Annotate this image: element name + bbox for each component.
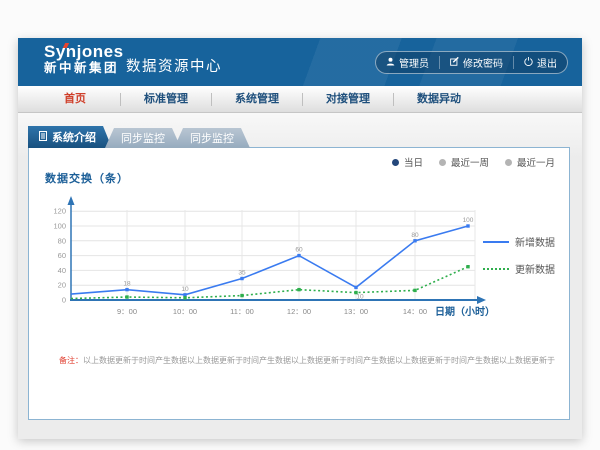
svg-text:60: 60 bbox=[58, 251, 66, 260]
filter-label: 当日 bbox=[404, 155, 423, 169]
app-window: Synjones 新中新集团 数据资源中心 管理员 修改密码 退出 首页 标准管… bbox=[18, 38, 582, 438]
tab-label: 同步监控 bbox=[190, 130, 234, 146]
document-icon bbox=[39, 131, 47, 144]
power-icon bbox=[524, 57, 533, 69]
filter-label: 最近一月 bbox=[517, 155, 555, 169]
svg-text:35: 35 bbox=[238, 270, 246, 277]
company-logo: Synjones 新中新集团 bbox=[44, 43, 124, 75]
app-header: Synjones 新中新集团 数据资源中心 管理员 修改密码 退出 bbox=[18, 38, 582, 86]
main-nav: 首页 标准管理 系统管理 对接管理 数据异动 bbox=[18, 86, 582, 113]
logout-button[interactable]: 退出 bbox=[514, 56, 567, 69]
svg-text:10: 10 bbox=[181, 286, 189, 293]
svg-text:10: 10 bbox=[356, 293, 364, 300]
tab-label: 同步监控 bbox=[121, 130, 165, 146]
logo-text-en: Synjones bbox=[44, 43, 124, 62]
svg-text:11：00: 11：00 bbox=[230, 307, 254, 316]
svg-text:100: 100 bbox=[463, 217, 474, 224]
user-name-label: 管理员 bbox=[399, 55, 429, 70]
filter-last-week[interactable]: 最近一周 bbox=[439, 155, 489, 169]
legend-label: 更新数据 bbox=[515, 261, 555, 276]
svg-text:18: 18 bbox=[123, 281, 131, 288]
radio-dot-icon bbox=[392, 159, 399, 166]
change-password-label: 修改密码 bbox=[463, 55, 503, 70]
chart-panel: 当日 最近一周 最近一月 数据交换（条） 0 20 40 60 80 100 120 9：00… bbox=[28, 147, 570, 420]
tab-bar: 系统介绍 同步监控 同步监控 bbox=[28, 126, 250, 148]
svg-text:120: 120 bbox=[53, 207, 66, 216]
dotted-line-icon bbox=[483, 268, 509, 270]
nav-item-interface-mgmt[interactable]: 对接管理 bbox=[303, 93, 394, 106]
svg-text:20: 20 bbox=[58, 281, 66, 290]
tab-label: 系统介绍 bbox=[52, 129, 96, 145]
nav-item-home[interactable]: 首页 bbox=[30, 93, 121, 106]
change-password-button[interactable]: 修改密码 bbox=[440, 56, 514, 69]
tab-sync-monitor-1[interactable]: 同步监控 bbox=[105, 128, 181, 148]
tab-system-intro[interactable]: 系统介绍 bbox=[28, 126, 112, 148]
logout-label: 退出 bbox=[537, 55, 557, 70]
logo-text-cn: 新中新集团 bbox=[44, 62, 124, 76]
user-icon bbox=[386, 57, 395, 69]
footnote-prefix: 备注： bbox=[59, 356, 83, 365]
svg-text:80: 80 bbox=[411, 232, 419, 239]
filter-today[interactable]: 当日 bbox=[392, 155, 423, 169]
svg-text:60: 60 bbox=[295, 247, 303, 254]
legend-label: 新增数据 bbox=[515, 234, 555, 249]
page-title: 数据资源中心 bbox=[126, 55, 222, 76]
legend-item-new-data: 新增数据 bbox=[483, 234, 563, 249]
radio-dot-icon bbox=[505, 159, 512, 166]
svg-text:13：00: 13：00 bbox=[344, 307, 368, 316]
solid-line-icon bbox=[483, 241, 509, 243]
svg-text:0: 0 bbox=[62, 296, 66, 305]
user-menu[interactable]: 管理员 bbox=[376, 56, 440, 69]
filter-label: 最近一周 bbox=[451, 155, 489, 169]
svg-text:100: 100 bbox=[53, 222, 66, 231]
radio-dot-icon bbox=[439, 159, 446, 166]
svg-text:9：00: 9：00 bbox=[117, 307, 137, 316]
nav-item-data-changes[interactable]: 数据异动 bbox=[394, 93, 484, 106]
footnote-text: 以上数据更新于时间产生数据以上数据更新于时间产生数据以上数据更新于时间产生数据以… bbox=[83, 356, 555, 365]
filter-last-month[interactable]: 最近一月 bbox=[505, 155, 555, 169]
nav-item-system-mgmt[interactable]: 系统管理 bbox=[212, 93, 303, 106]
svg-text:14：00: 14：00 bbox=[403, 307, 427, 316]
tab-sync-monitor-2[interactable]: 同步监控 bbox=[174, 128, 250, 148]
footnote: 备注：以上数据更新于时间产生数据以上数据更新于时间产生数据以上数据更新于时间产生… bbox=[59, 355, 555, 366]
svg-text:日期（小时）: 日期（小时） bbox=[435, 305, 495, 318]
legend-item-updated-data: 更新数据 bbox=[483, 261, 563, 276]
svg-text:40: 40 bbox=[58, 266, 66, 275]
svg-text:10：00: 10：00 bbox=[173, 307, 197, 316]
content-area: 系统介绍 同步监控 同步监控 当日 最近一周 bbox=[18, 113, 582, 439]
nav-item-standard-mgmt[interactable]: 标准管理 bbox=[121, 93, 212, 106]
svg-text:80: 80 bbox=[58, 236, 66, 245]
range-filter-group: 当日 最近一周 最近一月 bbox=[392, 155, 555, 169]
user-toolbar: 管理员 修改密码 退出 bbox=[375, 51, 568, 74]
chart-y-axis-title: 数据交换（条） bbox=[45, 170, 129, 186]
edit-icon bbox=[450, 57, 459, 69]
series-legend: 新增数据 更新数据 bbox=[483, 234, 563, 288]
svg-text:12：00: 12：00 bbox=[287, 307, 311, 316]
data-exchange-line-chart: 0 20 40 60 80 100 120 9：00 10：00 11：00 12：00 13：00 1… bbox=[29, 188, 499, 323]
